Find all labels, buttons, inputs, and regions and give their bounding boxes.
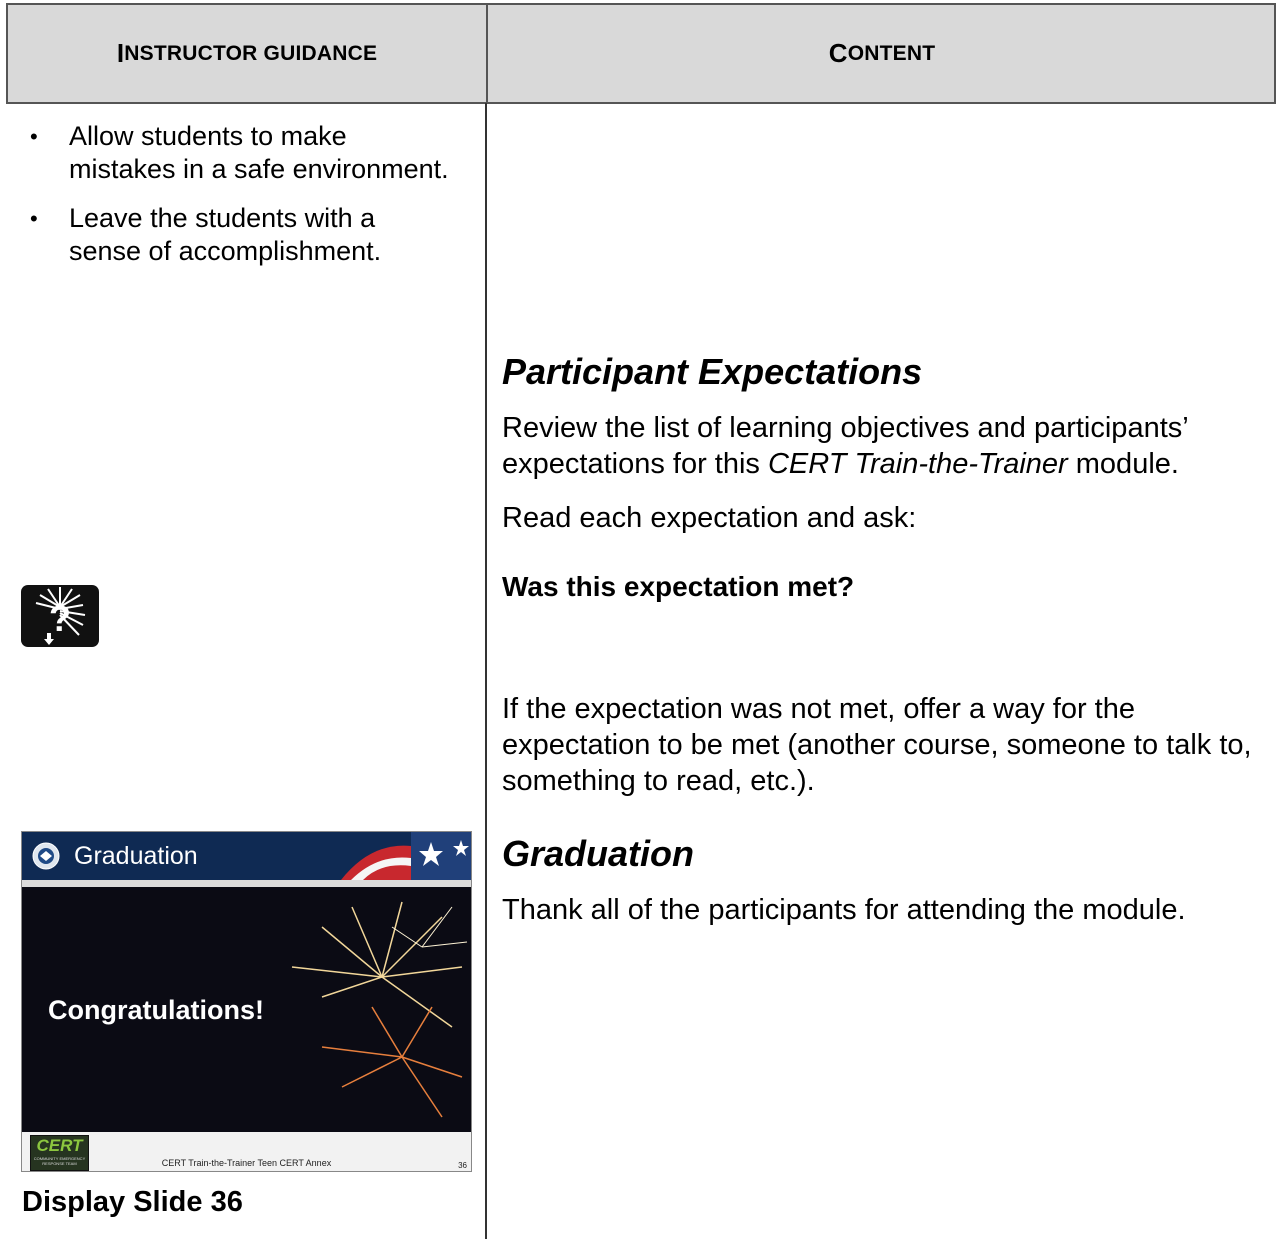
guidance-bullet-text: Allow students to make mistakes in a saf… — [69, 121, 449, 184]
review-text-post: module. — [1067, 448, 1179, 480]
read-each-text: Read each expectation and ask: — [502, 502, 917, 534]
slide-footer-text: CERT Train-the-Trainer Teen CERT Annex — [161, 1158, 332, 1168]
guidance-bullet-list: • Allow students to make mistakes in a s… — [30, 120, 450, 284]
review-paragraph: Review the list of learning objectives a… — [502, 410, 1262, 482]
table-header-row: Instructor guidance Content — [6, 3, 1276, 104]
dhs-seal-icon — [32, 842, 60, 870]
svg-text:?: ? — [49, 598, 71, 639]
thank-text: Thank all of the participants for attend… — [502, 894, 1186, 926]
bullet-icon: • — [30, 124, 38, 149]
content-header: Content — [488, 5, 1276, 102]
not-met-text: If the expectation was not met, offer a … — [502, 693, 1252, 797]
participant-expectations-heading: Participant Expectations — [502, 351, 923, 392]
header-left-rest: nstructor guidance — [124, 41, 378, 65]
question-paragraph: Was this expectation met? — [502, 570, 1262, 604]
slide-number: 36 — [458, 1161, 467, 1170]
header-left-initial: I — [116, 38, 125, 68]
column-divider — [485, 103, 487, 1239]
slide-footer-bar: CERT COMMUNITY EMERGENCY RESPONSE TEAM C… — [22, 1132, 471, 1171]
bullet-icon: • — [30, 206, 38, 231]
graduation-section: Graduation — [502, 834, 1262, 874]
slide-thumbnail: Graduation Congratulations! CERT COMMUNI… — [21, 831, 472, 1172]
guidance-bullet-text: Leave the students with a sense of accom… — [69, 203, 382, 266]
read-each-paragraph: Read each expectation and ask: — [502, 500, 1262, 536]
slide-congratulations-text: Congratulations! — [48, 995, 264, 1025]
guidance-bullet: • Leave the students with a sense of acc… — [30, 202, 450, 268]
slide-title-bar: Graduation — [22, 832, 471, 880]
review-text-italic: CERT Train-the-Trainer — [767, 448, 1068, 480]
fireworks-image: Congratulations! — [22, 887, 471, 1132]
display-slide-caption: Display Slide 36 — [22, 1186, 243, 1218]
header-right-initial: C — [828, 38, 848, 68]
flag-stars-icon — [341, 832, 471, 880]
participant-expectations-section: Participant Expectations — [502, 352, 1262, 392]
slide-title: Graduation — [74, 842, 198, 870]
guidance-bullet: • Allow students to make mistakes in a s… — [30, 120, 450, 186]
thank-paragraph: Thank all of the participants for attend… — [502, 892, 1262, 928]
not-met-paragraph: If the expectation was not met, offer a … — [502, 691, 1262, 799]
question-text: Was this expectation met? — [502, 571, 855, 602]
graduation-heading: Graduation — [502, 833, 695, 874]
slide-divider-stripe — [22, 880, 471, 887]
cert-logo-text: CERT — [36, 1136, 83, 1155]
header-right-rest: ontent — [847, 41, 936, 65]
instructor-guidance-header: Instructor guidance — [8, 5, 486, 102]
question-burst-icon: ? — [21, 585, 99, 647]
